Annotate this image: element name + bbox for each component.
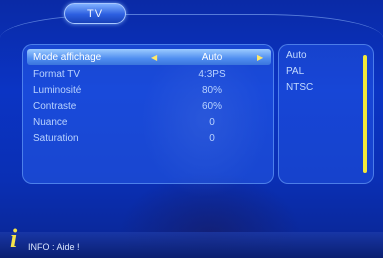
- menu-item-value: 60%: [201, 100, 222, 112]
- option-auto[interactable]: Auto: [286, 50, 307, 61]
- menu-item-label: Format TV: [33, 68, 81, 80]
- menu-item-label: Contraste: [33, 100, 77, 112]
- menu-item-format-tv[interactable]: Format TV 4:3PS: [27, 66, 271, 82]
- menu-item-value: 0: [209, 116, 215, 128]
- info-hint-text: INFO : Aide !: [28, 242, 80, 252]
- tv-settings-screen: TV Mode affichage ◀ Auto ▶ Format TV 4:3…: [0, 0, 383, 258]
- page-title: TV: [86, 7, 104, 20]
- menu-item-value: 0: [209, 132, 215, 144]
- menu-item-label: Mode affichage: [33, 51, 102, 63]
- menu-item-label: Saturation: [33, 132, 79, 144]
- menu-item-value: Auto: [201, 51, 223, 63]
- menu-item-label: Nuance: [33, 116, 68, 128]
- settings-menu: Mode affichage ◀ Auto ▶ Format TV 4:3PS …: [22, 44, 274, 184]
- options-scrollbar[interactable]: [363, 55, 367, 173]
- header-divider: [0, 14, 383, 44]
- menu-item-label: Luminosité: [33, 84, 82, 96]
- menu-item-nuance[interactable]: Nuance 0: [27, 114, 271, 130]
- arrow-left-icon[interactable]: ◀: [151, 53, 157, 62]
- menu-item-value: 80%: [201, 84, 222, 96]
- options-list: Auto PAL NTSC: [278, 44, 374, 184]
- menu-item-saturation[interactable]: Saturation 0: [27, 130, 271, 146]
- info-icon: i: [10, 224, 18, 253]
- menu-item-mode-affichage[interactable]: Mode affichage ◀ Auto ▶: [27, 49, 271, 65]
- option-ntsc[interactable]: NTSC: [286, 82, 313, 93]
- menu-item-value: 4:3PS: [198, 68, 226, 80]
- menu-title-tab: TV: [64, 3, 126, 24]
- menu-item-contraste[interactable]: Contraste 60%: [27, 98, 271, 114]
- menu-item-luminosite[interactable]: Luminosité 80%: [27, 82, 271, 98]
- arrow-right-icon[interactable]: ▶: [257, 53, 263, 62]
- option-pal[interactable]: PAL: [286, 66, 304, 77]
